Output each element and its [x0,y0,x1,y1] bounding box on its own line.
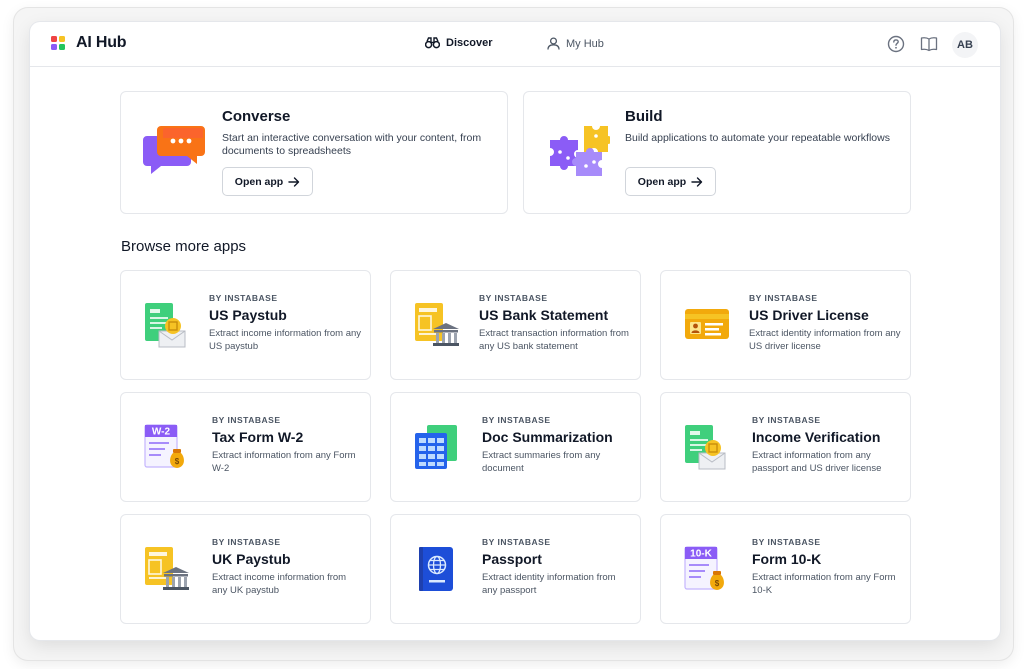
help-button[interactable] [886,34,906,54]
publisher-label: BY INSTABASE [482,537,551,547]
tab-discover[interactable]: Discover [425,37,492,49]
svg-text:$: $ [715,579,720,588]
app-title: US Paystub [209,307,287,323]
publisher-label: BY INSTABASE [212,537,281,547]
form-10k-icon: 10-K $ [684,546,724,590]
app-title: US Bank Statement [479,307,609,323]
app-description: Extract income information from any US p… [209,328,362,352]
app-description: Extract summaries from any document [482,450,601,474]
app-description: Extract information from any passport an… [752,450,882,474]
app-title: Income Verification [752,429,881,445]
puzzle-icon [550,126,610,176]
open-app-button[interactable]: Open app [222,167,313,196]
top-bar: AI Hub Discover My Hub AB [30,22,1000,67]
app-title: Tax Form W-2 [212,429,304,445]
feature-title: Build [625,108,663,125]
publisher-label: BY INSTABASE [209,293,278,303]
app-title: Form 10-K [752,551,822,567]
app-card-us-bank-statement[interactable]: BY INSTABASE US Bank Statement Extract t… [390,270,641,380]
avatar[interactable]: AB [952,32,978,58]
app-card-tax-form-w2[interactable]: W-2 $ BY INSTABASE Tax Form W-2 Extract … [120,392,371,502]
publisher-label: BY INSTABASE [752,415,821,425]
app-title: Doc Summarization [482,429,613,445]
income-verification-icon [685,425,726,470]
arrow-right-icon [288,176,300,187]
paystub-icon [145,303,186,348]
uk-paystub-icon [145,547,189,590]
app-title: UK Paystub [212,551,291,567]
browse-section-title: Browse more apps [121,238,247,255]
app-description: Extract information from any Form 10-K [752,572,896,596]
tab-discover-label: Discover [446,37,493,49]
feature-title: Converse [222,108,291,125]
svg-text:$: $ [175,457,180,466]
feature-card-build[interactable]: Build Build applications to automate you… [523,91,911,214]
open-app-label: Open app [637,175,687,188]
binoculars-icon [425,37,440,49]
publisher-label: BY INSTABASE [749,293,818,303]
app-description: Extract income information from any UK p… [212,572,347,596]
book-icon [920,37,938,52]
app-card-us-paystub[interactable]: BY INSTABASE US Paystub Extract income i… [120,270,371,380]
10k-badge: 10-K [690,549,712,560]
app-card-uk-paystub[interactable]: BY INSTABASE UK Paystub Extract income i… [120,514,371,624]
passport-icon [419,547,453,591]
app-title: US Driver License [749,307,869,323]
spreadsheet-icon [415,425,457,469]
app-card-doc-summarization[interactable]: BY INSTABASE Doc Summarization Extract s… [390,392,641,502]
app-card-form-10k[interactable]: 10-K $ BY INSTABASE Form 10-K Extract in… [660,514,911,624]
publisher-label: BY INSTABASE [482,415,551,425]
w2-badge: W-2 [152,427,171,438]
app-description: Extract transaction information from any… [479,328,629,352]
feature-description: Build applications to automate your repe… [625,132,890,144]
app-title: AI Hub [76,34,127,51]
arrow-right-icon [691,176,703,187]
open-app-label: Open app [234,175,284,188]
app-logo-icon [51,36,66,51]
app-window: AI Hub Discover My Hub AB Converse Start… [30,22,1000,640]
publisher-label: BY INSTABASE [212,415,281,425]
app-description: Extract information from any Form W-2 [212,450,356,474]
app-title: Passport [482,551,542,567]
app-card-income-verification[interactable]: BY INSTABASE Income Verification Extract… [660,392,911,502]
chat-bubbles-icon [143,126,205,174]
help-icon [887,35,905,53]
open-app-button[interactable]: Open app [625,167,716,196]
app-description: Extract identity information from any pa… [482,572,616,596]
docs-button[interactable] [919,34,939,54]
app-description: Extract identity information from any US… [749,328,901,352]
tab-my-hub-label: My Hub [566,37,604,50]
w2-form-icon: W-2 $ [144,424,184,468]
publisher-label: BY INSTABASE [479,293,548,303]
driver-license-icon [685,309,729,339]
bank-statement-icon [415,303,459,346]
feature-card-converse[interactable]: Converse Start an interactive conversati… [120,91,508,214]
feature-description: Start an interactive conversation with y… [222,132,482,157]
app-card-passport[interactable]: BY INSTABASE Passport Extract identity i… [390,514,641,624]
tab-my-hub[interactable]: My Hub [547,37,604,50]
app-card-us-driver-license[interactable]: BY INSTABASE US Driver License Extract i… [660,270,911,380]
user-icon [547,37,560,50]
publisher-label: BY INSTABASE [752,537,821,547]
